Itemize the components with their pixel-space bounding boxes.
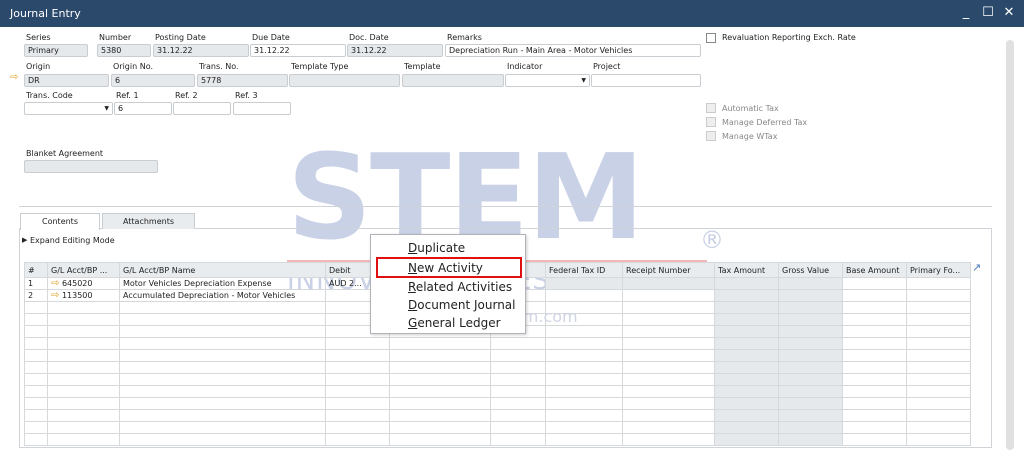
ref1-label: Ref. 1 (116, 91, 139, 100)
col-acct-name[interactable]: G/L Acct/BP Name (119, 262, 326, 278)
ref2-label: Ref. 2 (175, 91, 198, 100)
template-type-label: Template Type (291, 62, 349, 71)
menu-item-general-ledger[interactable]: General Ledger (408, 316, 501, 330)
deferred-tax-label: Manage Deferred Tax (722, 118, 808, 127)
revaluation-checkbox[interactable] (706, 33, 716, 43)
tab-attachments[interactable]: Attachments (102, 213, 195, 229)
col-primary-form[interactable]: Primary Fo... (906, 262, 971, 278)
trans-no-label: Trans. No. (199, 62, 239, 71)
menu-item-document-journal[interactable]: Document Journal (408, 298, 516, 312)
ref1-field[interactable]: 6 (114, 102, 172, 115)
number-field[interactable]: 5380 (97, 44, 151, 57)
expand-grid-icon[interactable]: ↗ (972, 261, 981, 274)
empty-row[interactable] (24, 385, 971, 398)
posting-date-field[interactable]: 31.12.22 (153, 44, 249, 57)
automatic-tax-label: Automatic Tax (722, 104, 779, 113)
empty-row[interactable] (24, 397, 971, 410)
origin-no-label: Origin No. (113, 62, 154, 71)
wtax-label: Manage WTax (722, 132, 778, 141)
col-gross-value[interactable]: Gross Value (778, 262, 843, 278)
expand-editing-mode[interactable]: Expand Editing Mode (30, 236, 115, 245)
blanket-agreement-field[interactable] (24, 160, 158, 173)
empty-row[interactable] (24, 349, 971, 362)
empty-row[interactable] (24, 433, 971, 446)
empty-row[interactable] (24, 361, 971, 374)
expand-triangle-icon[interactable]: ▶ (22, 236, 27, 244)
due-date-field[interactable]: 31.12.22 (250, 44, 346, 57)
minimize-button[interactable]: _ (958, 5, 974, 20)
close-button[interactable]: ✕ (1001, 5, 1017, 20)
empty-row[interactable] (24, 373, 971, 386)
posting-date-label: Posting Date (155, 33, 206, 42)
due-date-label: Due Date (252, 33, 290, 42)
context-menu: Duplicate New Activity Related Activitie… (370, 234, 526, 334)
origin-field[interactable]: DR (24, 74, 109, 87)
link-arrow-icon[interactable]: ⇨ (10, 72, 18, 83)
ref3-field[interactable] (233, 102, 291, 115)
remarks-label: Remarks (447, 33, 482, 42)
blanket-agreement-label: Blanket Agreement (26, 149, 104, 158)
tab-contents[interactable]: Contents (20, 213, 100, 230)
acct-code: 645020 (61, 279, 93, 288)
window-title: Journal Entry (10, 7, 81, 20)
acct-code-cell[interactable]: ⇨ 645020 (47, 277, 120, 290)
template-type-field[interactable] (289, 74, 400, 87)
vertical-scrollbar[interactable] (1006, 40, 1014, 450)
col-acct-code[interactable]: G/L Acct/BP ... (47, 262, 120, 278)
ref2-field[interactable] (173, 102, 231, 115)
origin-label: Origin (26, 62, 51, 71)
indicator-label: Indicator (507, 62, 543, 71)
doc-date-label: Doc. Date (349, 33, 389, 42)
col-federal-tax-id[interactable]: Federal Tax ID (545, 262, 623, 278)
wtax-checkbox[interactable] (706, 131, 716, 141)
indicator-dropdown[interactable] (505, 74, 590, 87)
trans-no-field[interactable]: 5778 (197, 74, 288, 87)
col-tax-amount[interactable]: Tax Amount (714, 262, 779, 278)
series-label: Series (26, 33, 51, 42)
menu-item-duplicate[interactable]: Duplicate (408, 241, 465, 255)
row-number: 1 (24, 277, 48, 290)
link-arrow-icon[interactable]: ⇨ (51, 291, 59, 301)
title-bar: Journal Entry _ ☐ ✕ (0, 0, 1024, 27)
menu-item-related-activities[interactable]: Related Activities (408, 280, 512, 294)
trans-code-dropdown[interactable] (24, 102, 113, 115)
deferred-tax-checkbox[interactable] (706, 117, 716, 127)
row-number: 2 (24, 289, 48, 302)
empty-row[interactable] (24, 421, 971, 434)
project-field[interactable] (591, 74, 701, 87)
acct-code-cell[interactable]: ⇨ 113500 (47, 289, 120, 302)
origin-no-field[interactable]: 6 (111, 74, 195, 87)
acct-code: 113500 (61, 291, 93, 300)
maximize-button[interactable]: ☐ (980, 5, 996, 20)
highlight-box (376, 257, 522, 278)
acct-name-cell[interactable]: Accumulated Depreciation - Motor Vehicle… (119, 289, 326, 302)
trans-code-label: Trans. Code (26, 91, 73, 100)
col-receipt-number[interactable]: Receipt Number (622, 262, 715, 278)
acct-name-cell[interactable]: Motor Vehicles Depreciation Expense (119, 277, 326, 290)
col-number[interactable]: # (24, 262, 48, 278)
divider (19, 206, 992, 207)
empty-row[interactable] (24, 337, 971, 350)
remarks-field[interactable]: Depreciation Run - Main Area - Motor Veh… (445, 44, 701, 57)
template-label: Template (404, 62, 441, 71)
template-field[interactable] (402, 74, 504, 87)
col-base-amount[interactable]: Base Amount (842, 262, 907, 278)
link-arrow-icon[interactable]: ⇨ (51, 279, 59, 289)
automatic-tax-checkbox[interactable] (706, 103, 716, 113)
empty-row[interactable] (24, 409, 971, 422)
series-field[interactable]: Primary (24, 44, 88, 57)
revaluation-label: Revaluation Reporting Exch. Rate (722, 33, 856, 42)
ref3-label: Ref. 3 (235, 91, 258, 100)
doc-date-field[interactable]: 31.12.22 (347, 44, 443, 57)
number-label: Number (99, 33, 132, 42)
project-label: Project (593, 62, 621, 71)
